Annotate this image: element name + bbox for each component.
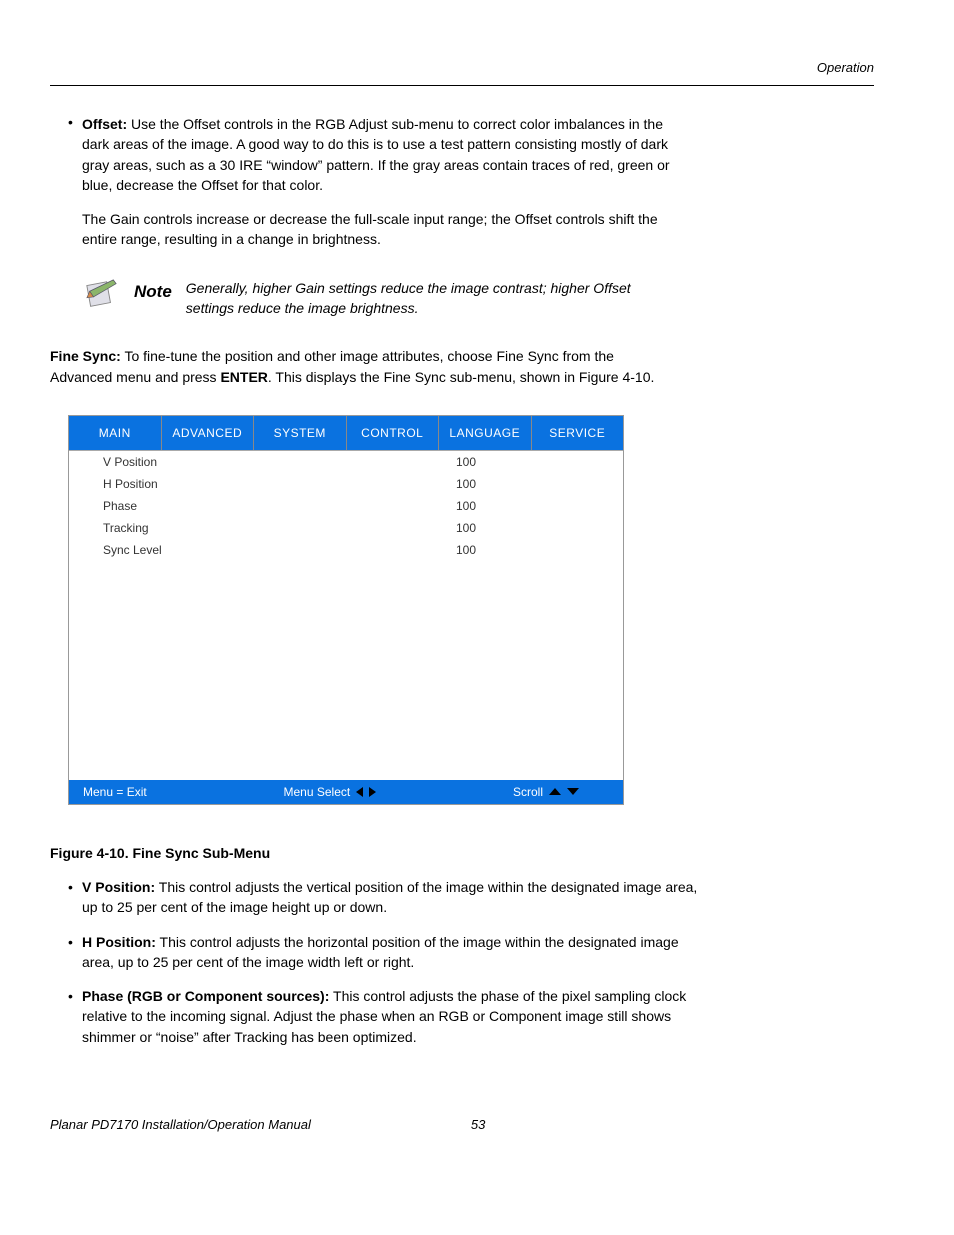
- note-label: Note: [134, 282, 172, 302]
- osd-footer-select: Menu Select: [284, 785, 377, 799]
- bullet-icon: •: [68, 877, 82, 918]
- tab-advanced: ADVANCED: [162, 416, 255, 450]
- tab-system: SYSTEM: [254, 416, 347, 450]
- tab-main: MAIN: [69, 416, 162, 450]
- osd-row: Tracking100: [69, 517, 623, 539]
- def-paragraph: V Position: This control adjusts the ver…: [82, 877, 714, 918]
- osd-row: V Position100: [69, 451, 623, 473]
- triangle-right-icon: [369, 787, 376, 797]
- def-paragraph: H Position: This control adjusts the hor…: [82, 932, 714, 973]
- note-text: Generally, higher Gain settings reduce t…: [186, 278, 674, 319]
- offset-block: • Offset: Use the Offset controls in the…: [68, 114, 874, 195]
- tab-service: SERVICE: [532, 416, 624, 450]
- def-paragraph: Phase (RGB or Component sources): This c…: [82, 986, 714, 1047]
- tab-language: LANGUAGE: [439, 416, 532, 450]
- header-rule: [50, 85, 874, 86]
- triangle-up-icon: [549, 788, 561, 795]
- tab-control: CONTROL: [347, 416, 440, 450]
- bullet-icon: •: [68, 932, 82, 973]
- offset-paragraph: Offset: Use the Offset controls in the R…: [82, 114, 694, 195]
- osd-menu-figure: MAIN ADVANCED SYSTEM CONTROL LANGUAGE SE…: [68, 415, 624, 805]
- note-block: Note Generally, higher Gain settings red…: [82, 278, 874, 319]
- footer-title: Planar PD7170 Installation/Operation Man…: [50, 1117, 311, 1132]
- figure-caption: Figure 4-10. Fine Sync Sub-Menu: [50, 845, 874, 861]
- osd-footer-scroll: Scroll: [513, 785, 579, 799]
- page-footer: Planar PD7170 Installation/Operation Man…: [50, 1117, 874, 1132]
- section-header: Operation: [50, 60, 874, 75]
- fine-sync-paragraph: Fine Sync: To fine-tune the position and…: [50, 346, 874, 387]
- osd-row: H Position100: [69, 473, 623, 495]
- note-icon: [82, 278, 120, 315]
- triangle-down-icon: [567, 788, 579, 795]
- osd-menu-footer: Menu = Exit Menu Select Scroll: [69, 780, 623, 804]
- osd-row: Phase100: [69, 495, 623, 517]
- triangle-left-icon: [356, 787, 363, 797]
- page-number: 53: [471, 1117, 485, 1132]
- osd-footer-exit: Menu = Exit: [83, 785, 147, 799]
- bullet-icon: •: [68, 986, 82, 1047]
- bullet-icon: •: [68, 114, 82, 195]
- offset-follow-paragraph: The Gain controls increase or decrease t…: [82, 209, 874, 250]
- osd-menu-body: V Position100 H Position100 Phase100 Tra…: [69, 450, 623, 780]
- osd-row: Sync Level100: [69, 539, 623, 561]
- osd-menu-tabs: MAIN ADVANCED SYSTEM CONTROL LANGUAGE SE…: [69, 416, 623, 450]
- definitions-list: • V Position: This control adjusts the v…: [68, 877, 874, 1047]
